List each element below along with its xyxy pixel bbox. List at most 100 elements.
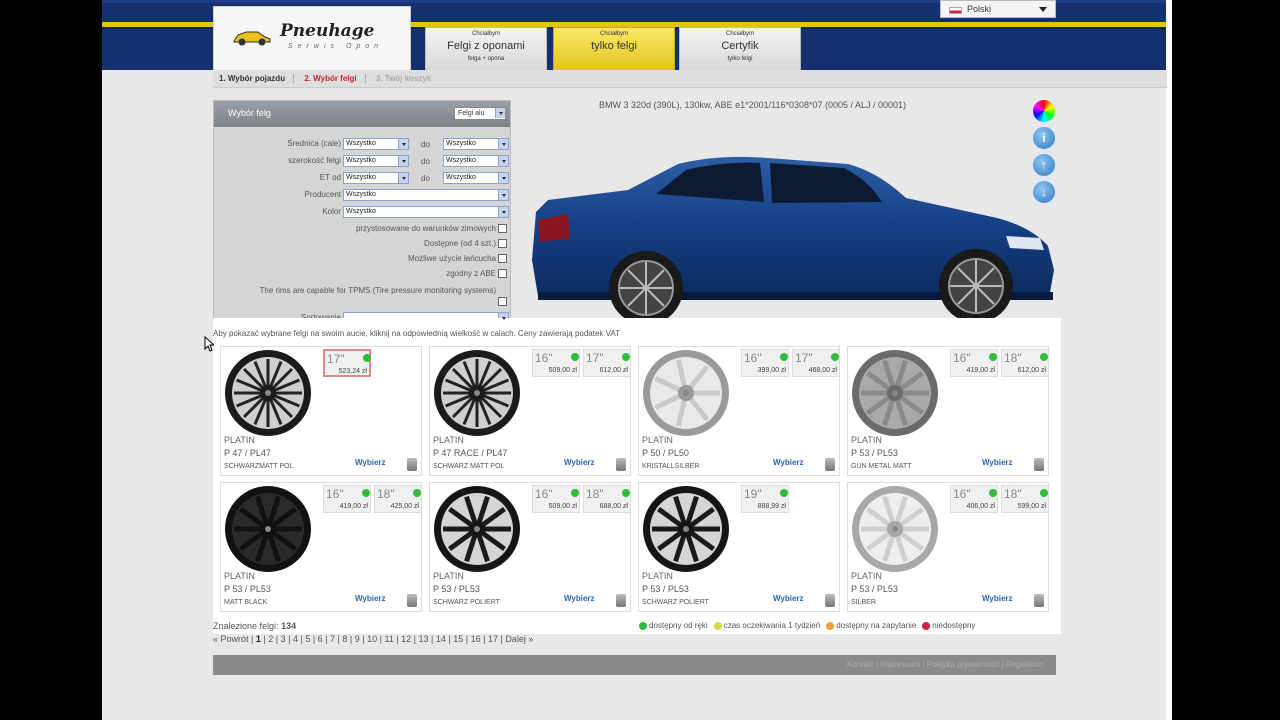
et-from-select[interactable]: Wszystko <box>343 172 409 184</box>
pager-page[interactable]: 12 <box>401 634 411 644</box>
wheel-image[interactable] <box>224 349 312 437</box>
pager-page[interactable]: 15 <box>453 634 463 644</box>
choose-button[interactable]: Wybierz <box>564 458 595 467</box>
pager-page[interactable]: 1 <box>256 634 261 644</box>
arrow-down-icon[interactable]: ↓ <box>1031 179 1057 205</box>
size-option[interactable]: 16" 399,00 zł <box>741 349 789 377</box>
pager-page[interactable]: 8 <box>342 634 347 644</box>
cart-icon[interactable] <box>616 594 626 607</box>
wheel-image[interactable] <box>642 349 730 437</box>
product-color: GUN METAL MATT <box>851 463 912 470</box>
pager-page[interactable]: 7 <box>330 634 335 644</box>
pager-page[interactable]: 6 <box>318 634 323 644</box>
width-from-select[interactable]: Wszystko <box>343 155 409 167</box>
size-price: 399,00 zł <box>757 367 786 374</box>
choose-button[interactable]: Wybierz <box>355 594 386 603</box>
color-wheel-icon[interactable] <box>1031 98 1057 124</box>
wheel-image[interactable] <box>642 485 730 573</box>
pager-prev[interactable]: « Powrót <box>213 634 249 644</box>
language-select[interactable]: Polski <box>940 0 1056 18</box>
cart-icon[interactable] <box>616 458 626 471</box>
size-option[interactable]: 16" 509,00 zł <box>532 485 580 513</box>
diameter-from-select[interactable]: Wszystko <box>343 138 409 150</box>
choose-button[interactable]: Wybierz <box>355 458 386 467</box>
winter-checkbox[interactable] <box>498 224 507 233</box>
size-option[interactable]: 16" 509,00 zł <box>532 349 580 377</box>
cart-icon[interactable] <box>407 594 417 607</box>
producer-label: Producent <box>304 190 341 199</box>
pager-page[interactable]: 5 <box>305 634 310 644</box>
choose-button[interactable]: Wybierz <box>982 594 1013 603</box>
pager-page[interactable]: 3 <box>281 634 286 644</box>
wheel-image[interactable] <box>433 485 521 573</box>
cart-icon[interactable] <box>1034 458 1044 471</box>
size-price: 888,99 zł <box>757 503 786 510</box>
choose-button[interactable]: Wybierz <box>982 458 1013 467</box>
tab-rims-only[interactable]: Chciałbym tylko felgi <box>553 27 675 70</box>
color-select[interactable]: Wszystko <box>343 206 509 218</box>
arrow-up-icon[interactable]: ↑ <box>1031 152 1057 178</box>
diameter-to-select[interactable]: Wszystko <box>443 138 509 150</box>
tpms-checkbox[interactable] <box>498 297 507 306</box>
pager-page[interactable]: 4 <box>293 634 298 644</box>
size-option[interactable]: 16" 406,00 zł <box>950 485 998 513</box>
size-price: 612,00 zł <box>599 367 628 374</box>
size-option[interactable]: 17" 612,00 zł <box>583 349 631 377</box>
step-vehicle[interactable]: 1. Wybór pojazdu <box>219 74 295 83</box>
abe-checkbox[interactable] <box>498 269 507 278</box>
pager-page[interactable]: 14 <box>436 634 446 644</box>
product-card[interactable]: 16" 399,00 zł 17" 468,00 zł PLATIN P 50 … <box>638 346 840 476</box>
pager-page[interactable]: 9 <box>355 634 360 644</box>
size-inch: 19" <box>744 487 762 501</box>
tab-caption: Chciałbym <box>599 31 628 37</box>
wheel-image[interactable] <box>224 485 312 573</box>
info-icon[interactable]: i <box>1031 125 1057 151</box>
pager-page[interactable]: 2 <box>268 634 273 644</box>
size-option[interactable]: 19" 888,99 zł <box>741 485 789 513</box>
producer-select[interactable]: Wszystko <box>343 189 509 201</box>
pager-next[interactable]: Dalej » <box>505 634 533 644</box>
wheel-image[interactable] <box>851 349 939 437</box>
cart-icon[interactable] <box>1034 594 1044 607</box>
size-option[interactable]: 16" 419,00 zł <box>950 349 998 377</box>
choose-button[interactable]: Wybierz <box>773 458 804 467</box>
pager-page[interactable]: 11 <box>384 634 393 644</box>
et-to-select[interactable]: Wszystko <box>443 172 509 184</box>
cart-icon[interactable] <box>825 458 835 471</box>
cart-icon[interactable] <box>407 458 417 471</box>
product-card[interactable]: 17" 523,24 zł PLATIN P 47 / PL47 SCHWARZ… <box>220 346 422 476</box>
product-card[interactable]: 16" 509,00 zł 17" 612,00 zł PLATIN P 47 … <box>429 346 631 476</box>
info-text: Aby pokazać wybrane felgi na swoim aucie… <box>213 329 621 338</box>
cart-icon[interactable] <box>825 594 835 607</box>
size-price: 688,00 zł <box>599 503 628 510</box>
size-option[interactable]: 17" 468,00 zł <box>792 349 840 377</box>
diameter-label: Średnica (cale) <box>287 139 341 148</box>
rim-type-select[interactable]: Felgi alu <box>454 107 506 120</box>
chain-checkbox[interactable] <box>498 254 507 263</box>
wheel-image[interactable] <box>851 485 939 573</box>
step-rims[interactable]: 2. Wybór felgi <box>304 74 366 83</box>
choose-button[interactable]: Wybierz <box>564 594 595 603</box>
pager-page[interactable]: 13 <box>419 634 429 644</box>
wheel-image[interactable] <box>433 349 521 437</box>
size-option[interactable]: 18" 425,00 zł <box>374 485 422 513</box>
size-option[interactable]: 18" 599,00 zł <box>1001 485 1049 513</box>
product-card[interactable]: 16" 509,00 zł 18" 688,00 zł PLATIN P 53 … <box>429 482 631 612</box>
pager-page[interactable]: 16 <box>471 634 481 644</box>
size-option[interactable]: 18" 612,00 zł <box>1001 349 1049 377</box>
available-checkbox[interactable] <box>498 239 507 248</box>
product-card[interactable]: 19" 888,99 zł PLATIN P 53 / PL53 SCHWARZ… <box>638 482 840 612</box>
product-card[interactable]: 16" 406,00 zł 18" 599,00 zł PLATIN P 53 … <box>847 482 1049 612</box>
tab-rims-with-tires[interactable]: Chciałbym Felgi z oponami felga + opona <box>425 27 547 70</box>
size-option[interactable]: 16" 419,00 zł <box>323 485 371 513</box>
pager-page[interactable]: 10 <box>367 634 377 644</box>
pager-page[interactable]: 17 <box>488 634 498 644</box>
product-card[interactable]: 16" 419,00 zł 18" 612,00 zł PLATIN P 53 … <box>847 346 1049 476</box>
choose-button[interactable]: Wybierz <box>773 594 804 603</box>
width-to-select[interactable]: Wszystko <box>443 155 509 167</box>
logo[interactable]: Pneuhage Serwis Opon <box>213 6 411 70</box>
product-card[interactable]: 16" 419,00 zł 18" 425,00 zł PLATIN P 53 … <box>220 482 422 612</box>
size-option[interactable]: 18" 688,00 zł <box>583 485 631 513</box>
size-option[interactable]: 17" 523,24 zł <box>323 349 371 377</box>
tab-certificate[interactable]: Chciałbym Certyfik tylko felgi <box>679 27 801 70</box>
